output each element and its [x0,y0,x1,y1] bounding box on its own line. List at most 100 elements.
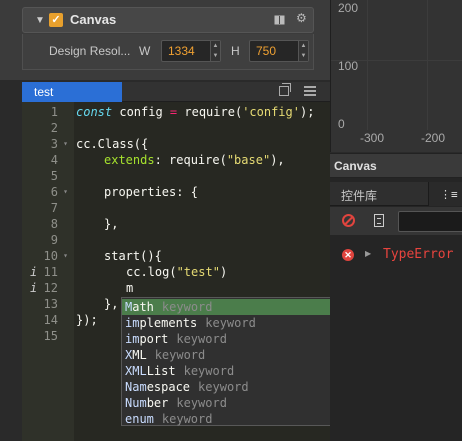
suggestion-text: ath [132,300,154,314]
tab-console[interactable]: ⋮≡ [428,182,462,206]
line-number: 1 [50,105,58,119]
suggestion-meta: keyword [198,380,249,394]
line-number: 5 [50,169,58,183]
line-number: 11 [43,265,58,279]
line-number: 7 [50,201,58,215]
suggestion-meta: keyword [183,364,235,378]
info-annotation-icon[interactable]: i [30,264,37,280]
line-number: 14 [43,313,58,327]
suggestion-meta: keyword [205,316,256,330]
canvas-component-body: Design Resol... W 1334 ▲ ▼ H 750 ▲ ▼ [22,34,314,70]
gutter-line: 15 [22,328,74,344]
error-icon: ✕ [342,249,354,261]
maximize-icon[interactable] [279,83,291,96]
code-line-4: extends: require("base"), [104,153,285,167]
code-line-8: }, [104,217,119,231]
gutter-line: 9 [22,232,74,248]
component-enabled-checkbox[interactable]: ✓ [49,13,63,27]
console-tab-strip: 控件库 ⋮≡ [330,182,462,206]
gutter-line: 4 [22,152,74,168]
code-line-12: m [126,281,134,295]
tab-test[interactable]: test [22,82,122,102]
suggestion-text: ML [132,348,147,362]
line-number: 4 [50,153,58,167]
scene-view[interactable]: 200 100 0 -300 -200 [330,0,462,152]
grid-line [427,0,428,130]
code-line-6: properties: { [104,185,198,199]
fold-arrow-icon[interactable]: ▾ [63,184,68,200]
suggestion-text: espace [146,380,191,394]
grid-line [367,0,368,130]
suggestion-meta: keyword [176,332,227,346]
code-line-10: start(){ [104,249,162,263]
code-line-1: const config = require('config'); [76,105,315,119]
suggestion-text: plements [139,316,198,330]
height-input[interactable]: 750 ▲ ▼ [249,40,309,62]
gutter-line: 13 [22,296,74,312]
error-message: TypeError [383,247,454,262]
gutter-line: 11 i [22,264,74,280]
gutter-line: 8 [22,216,74,232]
tab-widgets[interactable]: 控件库 [341,187,377,204]
gutter-line: 10 ▾ [22,248,74,264]
gutter-line: 6 ▾ [22,184,74,200]
suggestion-match: enum [125,412,154,426]
console-filter-input[interactable] [398,211,462,232]
gutter-line: 14 [22,312,74,328]
menu-icon[interactable] [304,86,316,96]
code-line-14: }); [76,313,98,327]
console-list-icon: ⋮≡ [440,188,458,201]
fold-arrow-icon[interactable]: ▾ [63,136,68,152]
width-input[interactable]: 1334 ▲ ▼ [161,40,221,62]
y-tick-label: 200 [338,1,359,15]
line-number: 15 [43,329,58,343]
x-tick-label: -200 [421,131,446,145]
line-number: 13 [43,297,58,311]
suggestion-match: im [125,316,140,330]
console-toolbar [330,207,462,235]
info-annotation-icon[interactable]: i [30,280,37,296]
line-gutter: 1 2 3 ▾ 4 5 6 ▾ 7 8 9 10 ▾ 11 i 12 i 13 14 15 [22,102,74,441]
gutter-line: 12 i [22,280,74,296]
expand-arrow-icon[interactable]: ▶ [365,249,371,258]
line-number: 10 [43,249,58,263]
height-value: 750 [256,44,277,58]
suggestion-text: port [139,332,169,346]
open-log-file-icon[interactable] [374,214,384,227]
y-tick-label: 100 [338,59,359,73]
gutter-line: 5 [22,168,74,184]
component-title: Canvas [70,12,117,27]
line-number: 12 [43,281,58,295]
suggestion-meta: keyword [161,412,213,426]
gutter-line: 3 ▾ [22,136,74,152]
suggestion-match: im [125,332,140,346]
console-panel: 控件库 ⋮≡ ✕ ▶ TypeError [330,178,462,441]
height-stepper[interactable]: ▲ ▼ [298,41,308,61]
inspector-panel: ▼ ✓ Canvas ⚙ Design Resol... W 1334 ▲ ▼ H… [0,0,330,80]
canvas-component-header[interactable]: ▼ ✓ Canvas ⚙ [22,7,314,33]
line-number: 6 [50,185,58,199]
line-number: 8 [50,217,58,231]
suggestion-meta: keyword [161,300,213,314]
design-resolution-label: Design Resol... [49,44,131,58]
suggestion-text: ber [146,396,169,410]
line-number: 2 [50,121,58,135]
console-error-row[interactable]: ✕ ▶ TypeError [330,244,462,266]
clear-console-icon[interactable] [342,214,355,227]
suggestion-meta: keyword [154,348,206,362]
y-tick-label: 0 [338,117,345,131]
collapse-arrow-icon[interactable]: ▼ [35,15,45,26]
code-line-11: cc.log("test") [126,265,228,279]
width-label: W [139,44,151,58]
fold-arrow-icon[interactable]: ▾ [63,248,68,264]
suggestion-text: List [146,364,176,378]
height-label: H [231,44,240,58]
help-book-icon[interactable] [274,15,285,25]
line-number: 3 [50,137,58,151]
width-value: 1334 [168,44,195,58]
gutter-line: 1 [22,104,74,120]
gear-icon[interactable]: ⚙ [296,11,307,25]
code-line-3: cc.Class({ [76,137,149,151]
suggestion-match: XML [125,364,147,378]
width-stepper[interactable]: ▲ ▼ [210,41,220,61]
